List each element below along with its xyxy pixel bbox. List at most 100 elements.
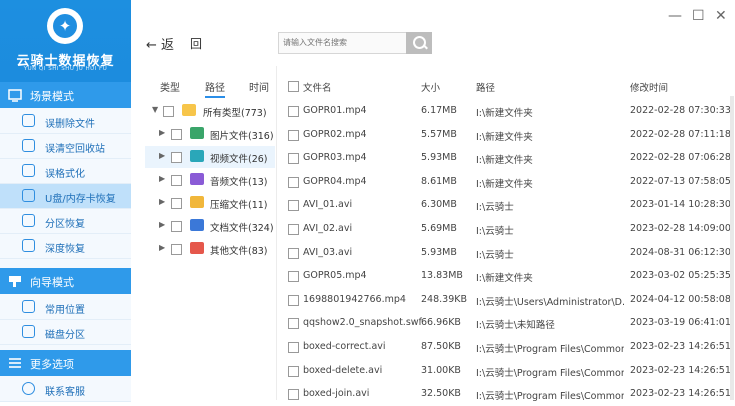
checkbox[interactable] (171, 198, 182, 209)
cell-filename: GOPR04.mp4 (303, 175, 367, 187)
checkbox[interactable] (171, 152, 182, 163)
checkbox[interactable] (171, 129, 182, 140)
cell-filename: GOPR03.mp4 (303, 152, 367, 164)
table-row[interactable]: GOPR05.mp4 13.83MB I:\新建文件夹 2023-03-02 05:2… (278, 264, 735, 288)
sidebar-item-deleted-files[interactable]: 误删除文件 (0, 109, 131, 134)
folder-icon (182, 104, 196, 116)
cell-filename: AVI_02.avi (303, 223, 353, 234)
checkbox[interactable] (288, 342, 299, 353)
cell-size: 6.30MB (421, 199, 457, 211)
search-input[interactable] (279, 33, 407, 51)
home-button[interactable]: 回 (190, 35, 202, 52)
checkbox[interactable] (171, 221, 182, 232)
checkbox[interactable] (288, 224, 299, 235)
sidebar-item-recycle-bin[interactable]: 误清空回收站 (0, 134, 131, 159)
cell-filename: GOPR02.mp4 (303, 128, 367, 140)
section-wizard-mode[interactable]: 向导模式 (0, 268, 131, 294)
tree-item-all-types[interactable]: ▼ 所有类型(773) (145, 100, 275, 122)
checkbox[interactable] (288, 365, 299, 377)
cell-path: I:\云骑士 (476, 249, 514, 261)
table-row[interactable]: GOPR01.mp4 6.17MB I:\新建文件夹 2022-02-28 07:30… (278, 99, 735, 123)
expand-right-icon[interactable]: ▶ (159, 197, 165, 206)
cell-size: 5.93MB (421, 246, 457, 258)
wizard-mode-icon (9, 276, 21, 287)
header-date[interactable]: 修改时间 (630, 80, 668, 94)
sidebar-item-deep-recovery[interactable]: 深度恢复 (0, 234, 131, 259)
scrollbar[interactable] (730, 96, 734, 400)
cell-size: 66.96KB (421, 317, 461, 329)
zip-icon (190, 196, 204, 208)
tree-item-others[interactable]: ▶ 其他文件(83) (145, 238, 275, 260)
tab-time[interactable]: 时间 (249, 79, 269, 94)
checkbox[interactable] (288, 106, 299, 117)
tree-item-archives[interactable]: ▶ 压缩文件(11) (145, 192, 275, 214)
cell-filename: boxed-correct.avi (303, 341, 386, 352)
table-row[interactable]: boxed-correct.avi 87.50KB I:\云骑士\Program F… (278, 335, 735, 359)
expand-right-icon[interactable]: ▶ (159, 174, 165, 183)
header-size[interactable]: 大小 (421, 80, 440, 94)
expand-right-icon[interactable]: ▶ (159, 151, 165, 160)
minimize-icon[interactable]: — (668, 8, 682, 24)
maximize-icon[interactable]: ☐ (692, 8, 705, 24)
menu-icon (9, 358, 21, 368)
checkbox[interactable] (171, 244, 182, 255)
checkbox[interactable] (288, 129, 299, 141)
tree-item-videos[interactable]: ▶ 视频文件(26) (145, 146, 275, 168)
table-row[interactable]: GOPR02.mp4 5.57MB I:\新建文件夹 2022-02-28 07:11… (278, 123, 735, 147)
cell-filename: boxed-delete.avi (303, 364, 383, 376)
section-more-options[interactable]: 更多选项 (0, 350, 131, 376)
table-row[interactable]: boxed-delete.avi 31.00KB I:\云骑士\Program Fi… (278, 359, 735, 383)
cell-size: 248.39KB (421, 293, 467, 305)
cell-filename: GOPR01.mp4 (303, 105, 367, 116)
table-row[interactable]: GOPR03.mp4 5.93MB I:\新建文件夹 2022-02-28 07:06… (278, 146, 735, 170)
cell-path: I:\云骑士\Users\Administrator\D... (476, 296, 624, 308)
search-box (278, 32, 408, 54)
sidebar-item-common-locations[interactable]: 常用位置 (0, 295, 131, 320)
sidebar-item-disk-partition[interactable]: 磁盘分区 (0, 320, 131, 345)
table-row[interactable]: boxed-join.avi 32.50KB I:\云骑士\Program File… (278, 382, 735, 406)
expand-right-icon[interactable]: ▶ (159, 220, 165, 229)
expand-right-icon[interactable]: ▶ (159, 243, 165, 252)
cell-date: 2022-07-13 07:58:05 (630, 175, 731, 187)
table-row[interactable]: AVI_02.avi 5.69MB I:\云骑士 2023-02-28 14:09:0… (278, 217, 735, 241)
checkbox[interactable] (288, 153, 299, 165)
cell-filename: boxed-join.avi (303, 388, 370, 400)
select-all-checkbox[interactable] (288, 81, 299, 92)
cell-size: 32.50KB (421, 388, 461, 400)
section-scene-mode[interactable]: 场景模式 (0, 82, 131, 108)
sidebar-item-usb-recovery[interactable]: U盘/内存卡恢复 (0, 184, 131, 209)
tree-item-audio[interactable]: ▶ 音频文件(13) (145, 169, 275, 191)
tab-type[interactable]: 类型 (160, 79, 180, 94)
checkbox[interactable] (288, 318, 299, 330)
table-row[interactable]: qqshow2.0_snapshot.swf 66.96KB I:\云骑士\未知路径… (278, 311, 735, 335)
search-button[interactable] (406, 32, 432, 54)
close-icon[interactable]: ✕ (715, 8, 727, 24)
checkbox[interactable] (288, 389, 299, 401)
sidebar-item-customer-service[interactable]: 联系客服 (0, 377, 131, 402)
checkbox[interactable] (288, 294, 299, 306)
checkbox[interactable] (288, 176, 299, 188)
cell-path: I:\云骑士\未知路径 (476, 320, 555, 332)
expand-down-icon[interactable]: ▼ (152, 105, 158, 114)
table-row[interactable]: 1698801942766.mp4 248.39KB I:\云骑士\Users\Ad… (278, 288, 735, 312)
header-filename[interactable]: 文件名 (303, 80, 332, 94)
sidebar-item-format[interactable]: 误格式化 (0, 159, 131, 184)
tree-item-images[interactable]: ▶ 图片文件(316) (145, 123, 275, 145)
partition-icon (22, 214, 35, 227)
tab-path[interactable]: 路径 (205, 79, 225, 98)
checkbox[interactable] (163, 106, 174, 117)
table-row[interactable]: GOPR04.mp4 8.61MB I:\新建文件夹 2022-07-13 07:58… (278, 170, 735, 194)
checkbox[interactable] (288, 200, 299, 212)
back-button[interactable]: ← 返 (146, 34, 174, 53)
header-path[interactable]: 路径 (476, 80, 624, 94)
sidebar-item-partition-recovery[interactable]: 分区恢复 (0, 209, 131, 234)
tree-item-documents[interactable]: ▶ 文档文件(324) (145, 215, 275, 237)
checkbox[interactable] (288, 271, 299, 283)
checkbox[interactable] (171, 175, 182, 186)
cell-date: 2022-02-28 07:30:33 (630, 105, 731, 116)
table-row[interactable]: AVI_03.avi 5.93MB I:\云骑士 2024-08-31 06:12:3… (278, 241, 735, 265)
panel-divider[interactable] (276, 66, 277, 400)
checkbox[interactable] (288, 247, 299, 259)
expand-right-icon[interactable]: ▶ (159, 128, 165, 137)
table-row[interactable]: AVI_01.avi 6.30MB I:\云骑士 2023-01-14 10:28:3… (278, 193, 735, 217)
